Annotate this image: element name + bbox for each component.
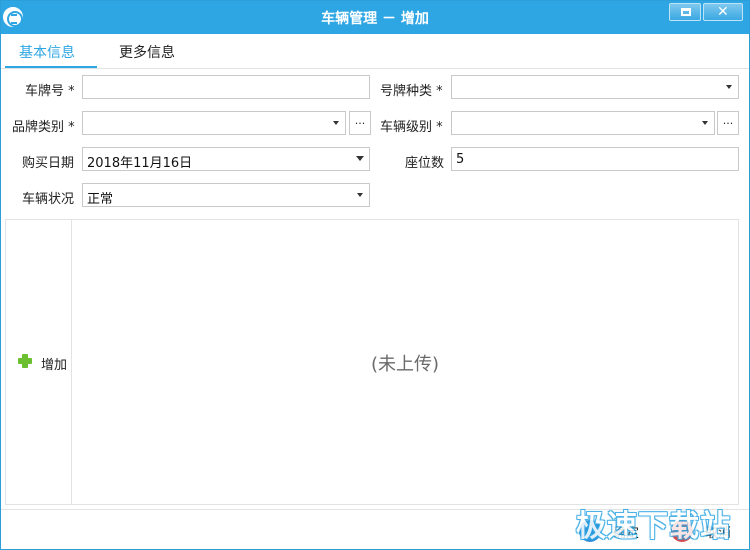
- vehicle-status-value: 正常: [87, 192, 114, 207]
- no-upload-placeholder: (未上传): [370, 354, 440, 375]
- close-icon: ✕: [717, 4, 729, 20]
- attachment-sidebar: 增加: [6, 220, 72, 504]
- seats-label: 座位数: [405, 156, 445, 171]
- plus-icon: [18, 354, 32, 368]
- vehicle-status-label: 车辆状况: [22, 192, 75, 207]
- chevron-down-icon: [356, 156, 364, 161]
- chevron-down-icon: [333, 121, 339, 125]
- tab-bar: 基本信息 更多信息: [1, 34, 749, 69]
- chevron-down-icon: [702, 121, 708, 125]
- site-watermark: 极速下载站: [576, 509, 731, 544]
- seats-value: 5: [456, 152, 465, 167]
- vehicle-level-more-button[interactable]: ...: [717, 111, 739, 135]
- brand-category-label: 品牌类别 *: [12, 120, 75, 135]
- plate-number-input[interactable]: [82, 75, 370, 99]
- minimize-icon: [681, 8, 691, 16]
- plate-type-label: 号牌种类 *: [380, 84, 443, 99]
- tab-basic-info[interactable]: 基本信息: [19, 42, 75, 62]
- active-tab-indicator: [5, 66, 97, 68]
- brand-category-select[interactable]: [82, 111, 346, 135]
- add-attachment-label: 增加: [41, 358, 68, 373]
- purchase-date-value: 2018年11月16日: [87, 156, 193, 171]
- vehicle-status-select[interactable]: 正常: [82, 183, 370, 207]
- vehicle-level-label: 车辆级别 *: [380, 120, 443, 135]
- purchase-date-picker[interactable]: 2018年11月16日: [82, 147, 370, 171]
- window-title: 车辆管理 － 增加: [321, 11, 429, 27]
- minimize-button[interactable]: [669, 3, 701, 21]
- attachment-area: 增加 (未上传): [5, 219, 739, 505]
- plate-number-label: 车牌号 *: [25, 84, 75, 99]
- chevron-down-icon: [726, 85, 732, 89]
- vehicle-add-window: 车辆管理 － 增加 ✕ 基本信息 更多信息 车牌号 * 号牌种类 * 品牌类别 …: [0, 0, 750, 550]
- seats-input[interactable]: 5: [451, 147, 739, 171]
- tab-more-info[interactable]: 更多信息: [119, 42, 175, 62]
- title-bar[interactable]: 车辆管理 － 增加 ✕: [1, 1, 749, 34]
- brand-category-more-button[interactable]: ...: [349, 111, 371, 135]
- purchase-date-label: 购买日期: [22, 156, 75, 171]
- vehicle-level-select[interactable]: [451, 111, 715, 135]
- plate-type-select[interactable]: [451, 75, 739, 99]
- chevron-down-icon: [357, 193, 363, 197]
- close-button[interactable]: ✕: [703, 3, 743, 21]
